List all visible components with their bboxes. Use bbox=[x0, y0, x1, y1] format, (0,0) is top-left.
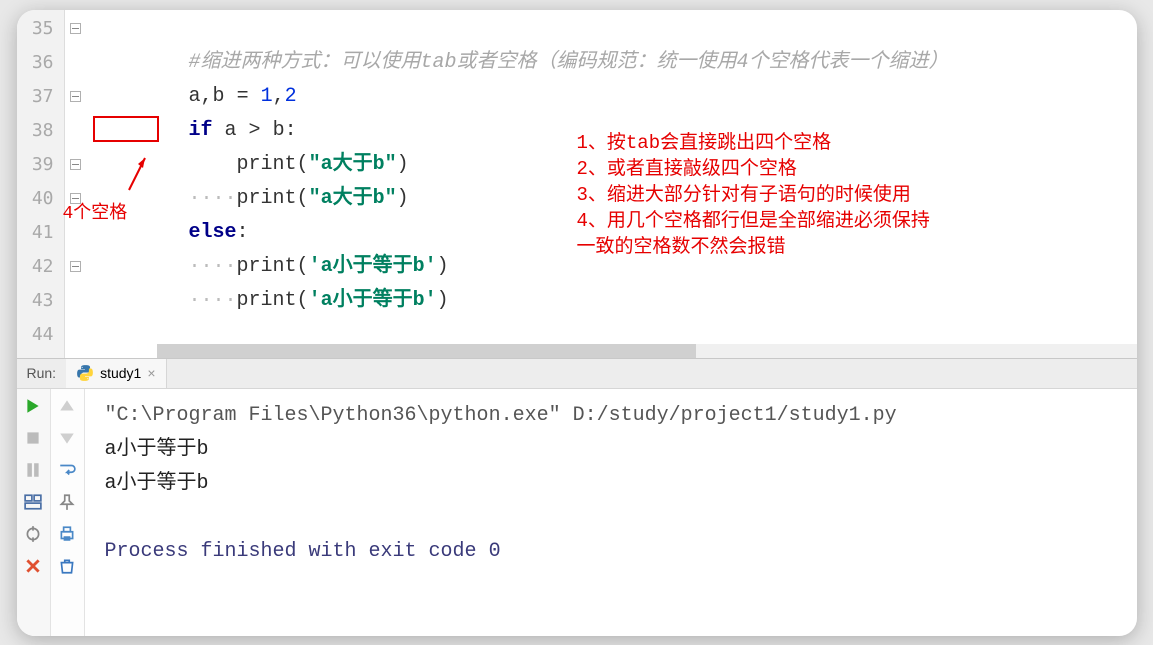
code-line: #缩进两种方式：可以使用tab或者空格（编码规范：统一使用4个空格代表一个缩进） bbox=[87, 12, 1137, 46]
line-number: 36 bbox=[17, 46, 64, 80]
fold-icon[interactable] bbox=[70, 23, 81, 34]
line-number: 41 bbox=[17, 216, 64, 250]
gutter: 35 36 37 38 39 40 41 42 43 44 bbox=[17, 10, 65, 358]
pause-button[interactable] bbox=[20, 457, 46, 483]
run-toolbar-primary bbox=[17, 389, 51, 636]
line-number: 42 bbox=[17, 250, 64, 284]
scroll-up-button[interactable] bbox=[54, 393, 80, 419]
fold-column bbox=[65, 10, 87, 358]
scroll-down-button[interactable] bbox=[54, 425, 80, 451]
console-command-line: "C:\Program Files\Python36\python.exe" D… bbox=[105, 399, 1117, 433]
stop-button[interactable] bbox=[20, 425, 46, 451]
annotation-note-line: 4、用几个空格都行但是全部缩进必须保持 bbox=[577, 208, 930, 234]
ide-frame: 35 36 37 38 39 40 41 42 43 44 #缩进两种方式：可以… bbox=[17, 10, 1137, 636]
python-icon bbox=[76, 364, 94, 382]
fold-icon[interactable] bbox=[70, 159, 81, 170]
run-header: Run: study1 × bbox=[17, 359, 1137, 389]
print-button[interactable] bbox=[54, 521, 80, 547]
run-toolbar-secondary bbox=[51, 389, 85, 636]
line-number: 38 bbox=[17, 114, 64, 148]
fold-icon[interactable] bbox=[70, 261, 81, 272]
line-number: 40 bbox=[17, 182, 64, 216]
line-number: 39 bbox=[17, 148, 64, 182]
clear-all-button[interactable] bbox=[54, 553, 80, 579]
code-editor[interactable]: 35 36 37 38 39 40 41 42 43 44 #缩进两种方式：可以… bbox=[17, 10, 1137, 358]
scrollbar-thumb[interactable] bbox=[157, 344, 696, 358]
close-run-button[interactable] bbox=[20, 553, 46, 579]
pin-button[interactable] bbox=[54, 489, 80, 515]
console-exit-line: Process finished with exit code 0 bbox=[105, 535, 1117, 569]
line-number: 43 bbox=[17, 284, 64, 318]
close-icon[interactable]: × bbox=[147, 365, 155, 381]
rerun-button[interactable] bbox=[20, 393, 46, 419]
fold-icon[interactable] bbox=[70, 91, 81, 102]
annotation-note-line: 一致的空格数不然会报错 bbox=[577, 234, 930, 260]
annotation-4spaces-label: 4个空格 bbox=[63, 198, 128, 224]
code-area[interactable]: #缩进两种方式：可以使用tab或者空格（编码规范：统一使用4个空格代表一个缩进）… bbox=[87, 10, 1137, 358]
line-number: 37 bbox=[17, 80, 64, 114]
console-output-line: a小于等于b bbox=[105, 467, 1117, 501]
annotation-notes: 1、按tab会直接跳出四个空格 2、或者直接敲级四个空格 3、缩进大部分针对有子… bbox=[577, 130, 930, 260]
run-body: "C:\Program Files\Python36\python.exe" D… bbox=[17, 389, 1137, 636]
annotation-note-line: 1、按tab会直接跳出四个空格 bbox=[577, 130, 930, 156]
run-label: Run: bbox=[17, 365, 67, 381]
layout-button[interactable] bbox=[20, 489, 46, 515]
line-number: 35 bbox=[17, 12, 64, 46]
annotation-note-line: 3、缩进大部分针对有子语句的时候使用 bbox=[577, 182, 930, 208]
run-panel: Run: study1 × bbox=[17, 358, 1137, 636]
annotation-note-line: 2、或者直接敲级四个空格 bbox=[577, 156, 930, 182]
run-tab-name: study1 bbox=[100, 365, 141, 381]
horizontal-scrollbar[interactable] bbox=[157, 344, 1137, 358]
run-tab[interactable]: study1 × bbox=[66, 359, 166, 388]
attach-debugger-button[interactable] bbox=[20, 521, 46, 547]
console-output[interactable]: "C:\Program Files\Python36\python.exe" D… bbox=[85, 389, 1137, 636]
console-output-line: a小于等于b bbox=[105, 433, 1117, 467]
line-number: 44 bbox=[17, 318, 64, 352]
soft-wrap-button[interactable] bbox=[54, 457, 80, 483]
